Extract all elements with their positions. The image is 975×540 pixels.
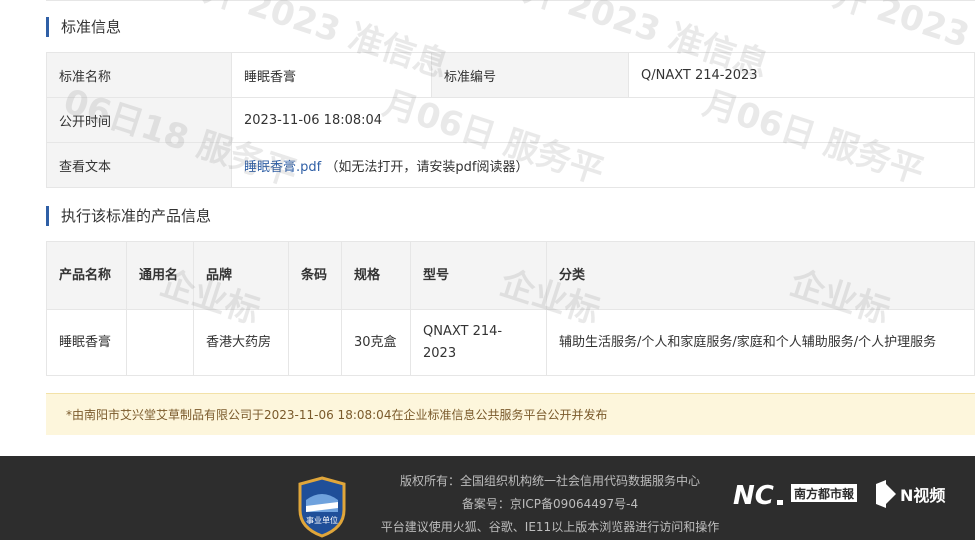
column-header-category: 分类 [546,241,975,310]
cell-brand: 香港大药房 [193,309,289,376]
publish-time-label: 公开时间 [46,97,232,143]
copyright-line: 版权所有：全国组织机构统一社会信用代码数据服务中心 [399,474,700,488]
table-row: 睡眠香膏 香港大药房 30克盒 QNAXT 214-2023 辅助生活服务/个人… [46,309,975,376]
table-row: 公开时间 2023-11-06 18:08:04 [46,97,975,143]
public-institution-badge-icon[interactable]: 事业单位 [296,476,348,538]
browser-tip-line: 平台建议使用火狐、谷歌、IE11以上版本浏览器进行访问和操作 [380,520,720,534]
column-header-generic-name: 通用名 [126,241,194,310]
column-header-spec: 规格 [341,241,411,310]
cell-product-name: 睡眠香膏 [46,309,127,376]
table-header-row: 产品名称 通用名 品牌 条码 规格 型号 分类 [46,241,975,310]
top-divider [46,0,975,1]
table-row: 标准名称 睡眠香膏 标准编号 Q/NAXT 214-2023 [46,52,975,98]
cell-model: QNAXT 214-2023 [410,309,547,376]
n-video-logo-icon[interactable]: N视频 [874,478,960,512]
product-table: 产品名称 通用名 品牌 条码 规格 型号 分类 睡眠香膏 香港大药房 30克盒 … [46,241,975,376]
view-text-label: 查看文本 [46,142,232,188]
column-header-brand: 品牌 [193,241,289,310]
column-header-product-name: 产品名称 [46,241,127,310]
footer: 事业单位 版权所有：全国组织机构统一社会信用代码数据服务中心 备案号：京ICP备… [0,456,975,540]
table-row: 查看文本 睡眠香膏.pdf （如无法打开，请安装pdf阅读器） [46,142,975,188]
standard-number-value: Q/NAXT 214-2023 [628,52,975,98]
svg-text:NC: NC [733,481,774,510]
standard-name-label: 标准名称 [46,52,232,98]
pdf-note: （如无法打开，请安装pdf阅读器） [325,159,529,175]
standard-name-value: 睡眠香膏 [231,52,432,98]
standard-section-title: 标准信息 [46,17,121,37]
pdf-link[interactable]: 睡眠香膏.pdf [244,160,321,175]
nandu-logo-text: 南方都市報 [794,486,855,501]
product-section-title: 执行该标准的产品信息 [46,206,211,226]
cell-spec: 30克盒 [341,309,411,376]
badge-label: 事业单位 [306,515,338,525]
view-text-cell: 睡眠香膏.pdf （如无法打开，请安装pdf阅读器） [231,142,975,188]
publish-time-value: 2023-11-06 18:08:04 [231,97,975,143]
nandu-logo-icon[interactable]: NC 南方都市報 [733,480,859,510]
column-header-model: 型号 [410,241,547,310]
standard-number-label: 标准编号 [431,52,629,98]
icp-line[interactable]: 备案号：京ICP备09064497号-4 [360,493,740,516]
column-header-barcode: 条码 [288,241,342,310]
cell-barcode [288,309,342,376]
cell-category: 辅助生活服务/个人和家庭服务/家庭和个人辅助服务/个人护理服务 [546,309,975,376]
footer-text: 版权所有：全国组织机构统一社会信用代码数据服务中心 备案号：京ICP备09064… [360,470,740,539]
cell-generic-name [126,309,194,376]
publish-notice: *由南阳市艾兴堂艾草制品有限公司于2023-11-06 18:08:04在企业标… [46,393,975,435]
standard-info-table: 标准名称 睡眠香膏 标准编号 Q/NAXT 214-2023 公开时间 2023… [46,52,975,188]
n-video-logo-text: N视频 [900,486,945,505]
